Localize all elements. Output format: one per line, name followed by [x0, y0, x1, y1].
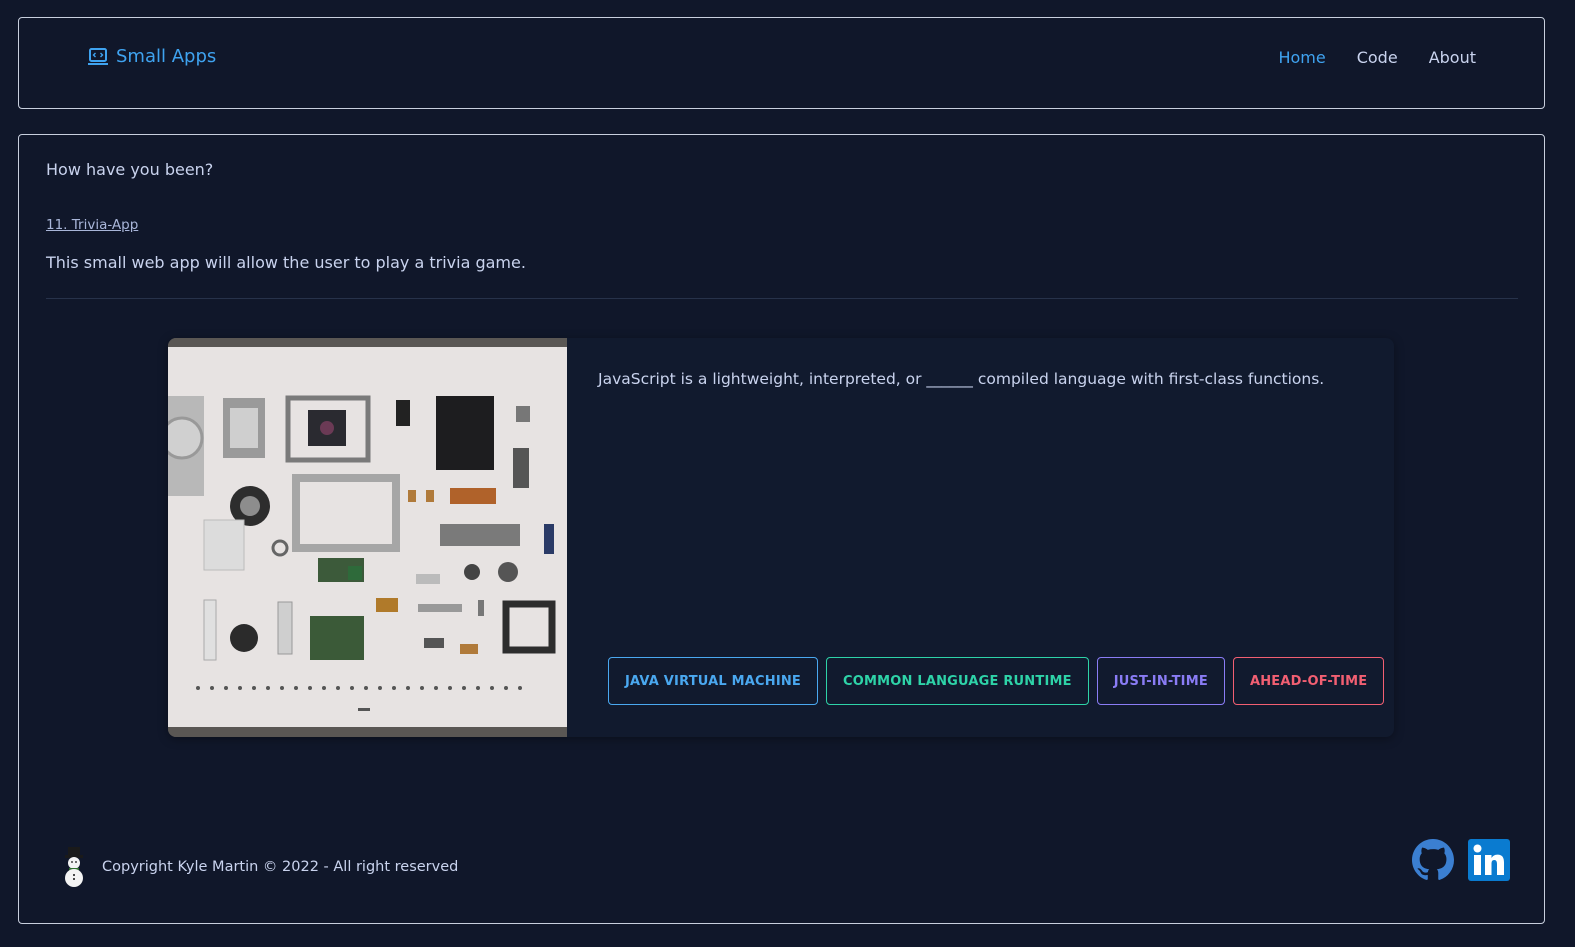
copyright-text: Copyright Kyle Martin © 2022 - All right…	[102, 859, 459, 875]
linkedin-icon	[1468, 839, 1510, 885]
snowman-icon	[60, 847, 88, 891]
laptop-code-icon	[87, 47, 109, 67]
trivia-card: JavaScript is a lightweight, interpreted…	[168, 338, 1394, 737]
footer: Copyright Kyle Martin © 2022 - All right…	[19, 835, 1544, 895]
card-image	[168, 338, 567, 737]
social-links	[1412, 839, 1510, 885]
brand-link[interactable]: Small Apps	[87, 46, 216, 67]
trivia-question: JavaScript is a lightweight, interpreted…	[598, 370, 1325, 388]
greeting: How have you been?	[46, 160, 214, 179]
nav-home[interactable]: Home	[1278, 48, 1325, 67]
answer-button-4[interactable]: AHEAD-OF-TIME	[1232, 657, 1385, 705]
github-icon	[1412, 839, 1454, 885]
main-panel: How have you been? 11. Trivia-App This s…	[18, 134, 1545, 924]
answer-button-1[interactable]: JAVA VIRTUAL MACHINE	[608, 657, 819, 705]
app-link[interactable]: 11. Trivia-App	[46, 217, 138, 233]
nav-code[interactable]: Code	[1357, 48, 1398, 67]
navbar: Small Apps Home Code About	[18, 17, 1545, 109]
github-link[interactable]	[1412, 839, 1454, 885]
answer-buttons: JAVA VIRTUAL MACHINE COMMON LANGUAGE RUN…	[608, 657, 1385, 705]
brand-label: Small Apps	[116, 46, 217, 67]
nav-about[interactable]: About	[1429, 48, 1476, 67]
answer-button-3[interactable]: JUST-IN-TIME	[1096, 657, 1225, 705]
linkedin-link[interactable]	[1468, 839, 1510, 885]
app-description: This small web app will allow the user t…	[46, 253, 526, 272]
nav-links: Home Code About	[1278, 48, 1476, 67]
divider	[46, 298, 1518, 299]
answer-button-2[interactable]: COMMON LANGUAGE RUNTIME	[826, 657, 1089, 705]
